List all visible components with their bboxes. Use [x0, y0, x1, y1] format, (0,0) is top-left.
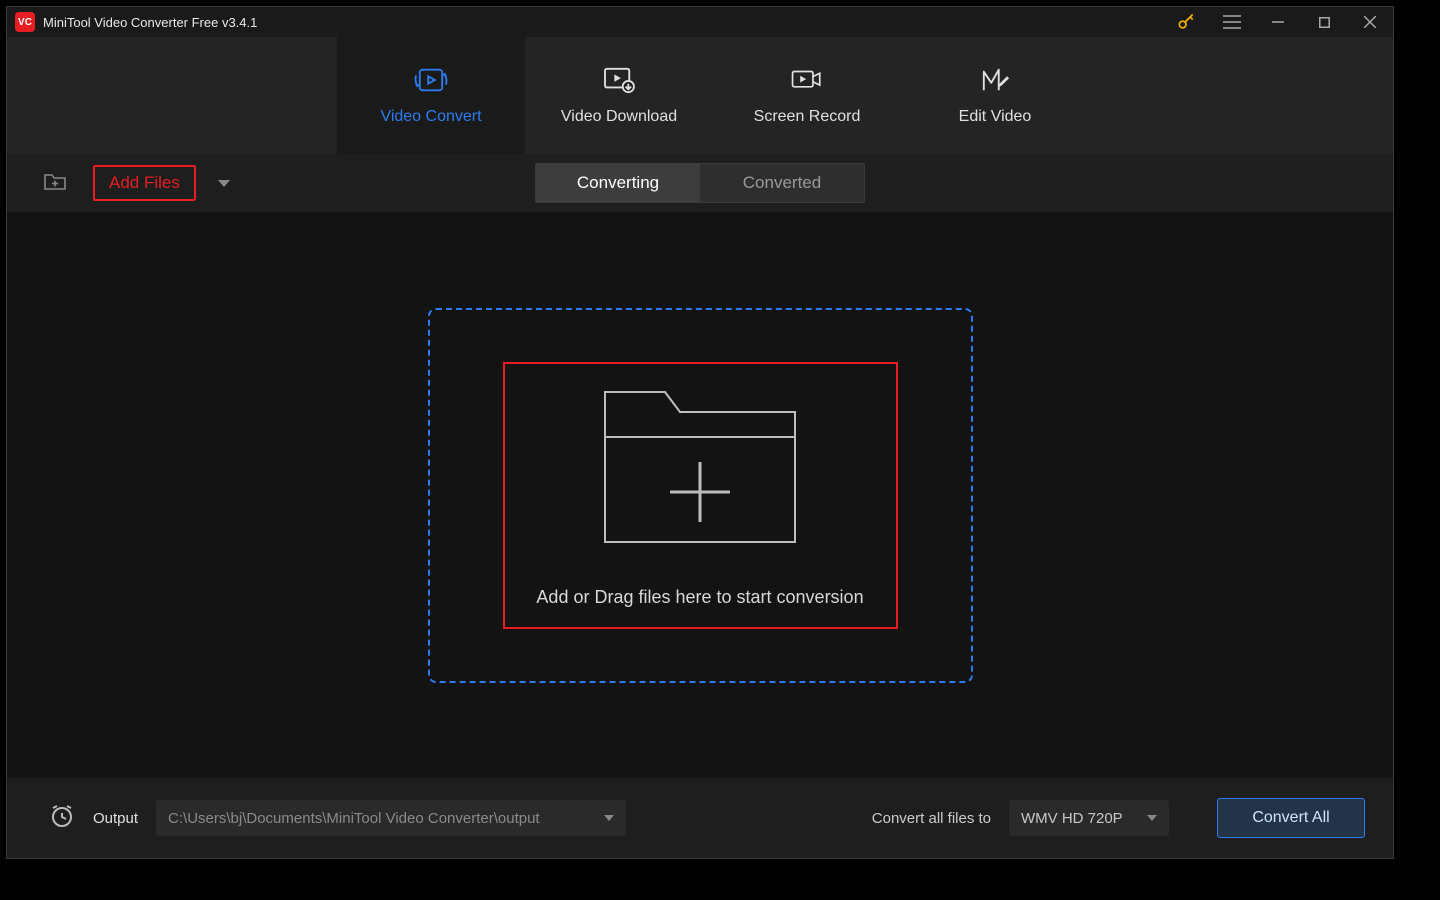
output-path-text: C:\Users\bj\Documents\MiniTool Video Con… [168, 810, 540, 827]
app-logo-icon: VC [15, 12, 35, 32]
segment-converted[interactable]: Converted [700, 164, 864, 202]
folder-plus-icon[interactable] [43, 171, 67, 196]
maximize-button[interactable] [1301, 7, 1347, 37]
convert-all-files-to-label: Convert all files to [872, 810, 991, 827]
chevron-down-icon [604, 815, 614, 821]
tab-video-convert[interactable]: Video Convert [337, 37, 525, 154]
drop-zone-inner[interactable]: Add or Drag files here to start conversi… [503, 362, 898, 629]
toolbar: Add Files Converting Converted [7, 154, 1393, 212]
tab-edit-video[interactable]: Edit Video [901, 37, 1089, 154]
folder-add-large-icon [595, 382, 805, 557]
tab-label: Video Download [561, 108, 677, 126]
window-title: MiniTool Video Converter Free v3.4.1 [43, 15, 257, 30]
output-format-value: WMV HD 720P [1021, 810, 1123, 827]
output-format-select[interactable]: WMV HD 720P [1009, 800, 1169, 836]
drop-zone-text: Add or Drag files here to start conversi… [536, 587, 863, 608]
upgrade-key-icon[interactable] [1163, 7, 1209, 37]
tab-video-download[interactable]: Video Download [525, 37, 713, 154]
workspace: Add or Drag files here to start conversi… [7, 212, 1393, 778]
status-segmented: Converting Converted [535, 163, 865, 203]
drop-zone[interactable]: Add or Drag files here to start conversi… [428, 308, 973, 683]
chevron-down-icon [1147, 815, 1157, 821]
segment-converting[interactable]: Converting [536, 164, 700, 202]
add-files-label: Add Files [109, 173, 180, 192]
tab-label: Edit Video [959, 108, 1032, 126]
app-window: VC MiniTool Video Converter Free v3.4.1 [6, 6, 1394, 859]
main-nav: Video Convert Video Download Screen Reco… [7, 37, 1393, 154]
add-files-dropdown-icon[interactable] [218, 180, 230, 187]
minimize-button[interactable] [1255, 7, 1301, 37]
add-files-button[interactable]: Add Files [93, 165, 196, 201]
tab-label: Video Convert [380, 108, 481, 126]
menu-icon[interactable] [1209, 7, 1255, 37]
output-path-select[interactable]: C:\Users\bj\Documents\MiniTool Video Con… [156, 800, 626, 836]
add-files-group: Add Files [43, 165, 230, 201]
tab-screen-record[interactable]: Screen Record [713, 37, 901, 154]
convert-all-button[interactable]: Convert All [1217, 798, 1365, 838]
close-button[interactable] [1347, 7, 1393, 37]
convert-all-button-label: Convert All [1252, 809, 1329, 827]
tab-label: Screen Record [754, 108, 861, 126]
title-bar: VC MiniTool Video Converter Free v3.4.1 [7, 7, 1393, 37]
output-label: Output [93, 810, 138, 827]
schedule-icon[interactable] [49, 803, 75, 833]
footer: Output C:\Users\bj\Documents\MiniTool Vi… [7, 778, 1393, 858]
